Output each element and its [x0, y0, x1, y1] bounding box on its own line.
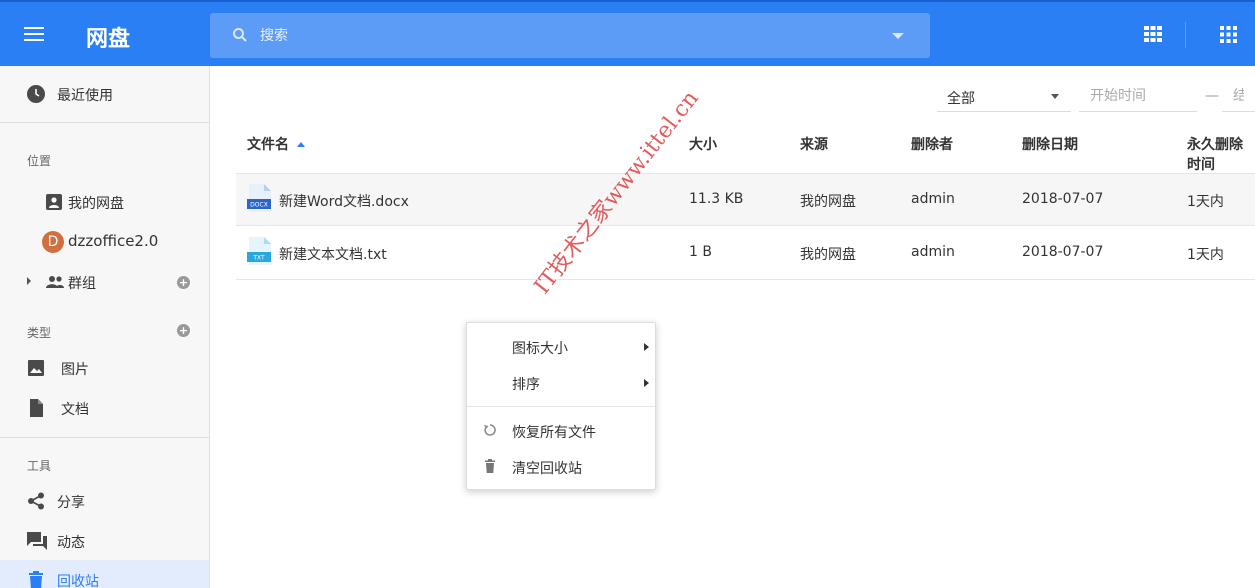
search-dropdown-icon[interactable]: [892, 33, 904, 39]
search-box[interactable]: [210, 13, 930, 58]
menu-item-restore-all[interactable]: 恢复所有文件: [467, 413, 655, 449]
column-header-source[interactable]: 来源: [800, 134, 828, 154]
list-view-icon[interactable]: [1144, 26, 1162, 42]
sidebar-item-groups[interactable]: 群组 +: [0, 262, 209, 302]
expand-arrow-icon[interactable]: [27, 277, 31, 285]
trash-icon: [29, 571, 43, 588]
file-size: 1 B: [689, 244, 712, 260]
submenu-arrow-icon: [644, 343, 649, 351]
context-menu: 图标大小 排序 恢复所有文件 清空回收站: [466, 322, 656, 490]
column-header-name[interactable]: 文件名: [247, 134, 305, 154]
sidebar-section-tools: 工具: [27, 459, 52, 473]
sidebar-item-share[interactable]: 分享: [0, 481, 209, 521]
date-range-dash: —: [1205, 88, 1219, 104]
menu-item-label: 恢复所有文件: [512, 425, 596, 441]
file-name[interactable]: 新建文本文档.txt: [279, 244, 387, 264]
menu-item-label: 图标大小: [512, 341, 568, 357]
deleted-by: admin: [911, 191, 955, 207]
sidebar-divider: [0, 437, 209, 438]
sidebar-item-images[interactable]: 图片: [0, 348, 209, 388]
start-date-input[interactable]: [1079, 80, 1197, 112]
column-header-size[interactable]: 大小: [689, 134, 717, 154]
menu-item-label: 排序: [512, 377, 540, 393]
sidebar-item-my-drive[interactable]: 我的网盘: [0, 182, 209, 222]
submenu-arrow-icon: [644, 379, 649, 387]
file-icon-label: DOCX: [250, 202, 268, 209]
document-icon: [30, 399, 43, 417]
column-header-expiry[interactable]: 永久删除时间: [1187, 134, 1255, 174]
sidebar-item-label: dzzoffice2.0: [68, 232, 159, 250]
type-filter-value: 全部: [947, 91, 975, 107]
add-group-icon[interactable]: +: [177, 276, 190, 289]
share-icon: [28, 492, 44, 510]
end-date-input[interactable]: [1222, 80, 1255, 112]
apps-grid-icon[interactable]: [1220, 26, 1237, 43]
docx-file-icon: DOCX: [247, 184, 271, 212]
menu-item-label: 清空回收站: [512, 461, 582, 477]
sidebar-item-recent[interactable]: 最近使用: [0, 74, 209, 114]
trash-icon: [485, 459, 495, 473]
hamburger-menu-icon[interactable]: [24, 24, 48, 44]
sort-ascending-icon: [297, 142, 305, 147]
expiry-time: 1天内: [1187, 194, 1224, 210]
sidebar-item-docs[interactable]: 文档: [0, 388, 209, 428]
expiry-time: 1天内: [1187, 247, 1224, 263]
app-title: 网盘: [86, 27, 131, 52]
menu-item-icon-size[interactable]: 图标大小: [467, 329, 655, 365]
sidebar-item-label: 群组: [68, 276, 96, 292]
deleted-date: 2018-07-07: [1022, 191, 1104, 207]
search-icon: [233, 28, 247, 42]
txt-file-icon: TXT: [247, 237, 271, 265]
file-source: 我的网盘: [800, 194, 856, 210]
sidebar-section-location: 位置: [27, 154, 52, 168]
sidebar: 最近使用 位置 我的网盘 D dzzoffice2.0 群组 + 类型 + 图片…: [0, 66, 210, 588]
sidebar-item-activity[interactable]: 动态: [0, 521, 209, 561]
sidebar-item-label: 分享: [57, 495, 85, 511]
menu-divider: [467, 406, 655, 407]
sidebar-divider: [0, 122, 209, 123]
sidebar-item-org[interactable]: D dzzoffice2.0: [0, 222, 209, 262]
column-header-deleted-date[interactable]: 删除日期: [1022, 134, 1078, 154]
org-avatar: D: [42, 231, 64, 253]
file-source: 我的网盘: [800, 247, 856, 263]
sidebar-item-label: 最近使用: [57, 88, 113, 104]
sidebar-item-label: 回收站: [57, 574, 99, 588]
file-size: 11.3 KB: [689, 191, 744, 207]
add-type-icon[interactable]: +: [177, 324, 190, 337]
sidebar-section-type: 类型: [27, 326, 52, 340]
sidebar-item-label: 动态: [57, 535, 85, 551]
restore-icon: [484, 424, 496, 436]
file-icon-label: TXT: [252, 255, 265, 262]
account-box-icon: [46, 194, 62, 210]
column-header-label: 文件名: [247, 137, 289, 153]
menu-item-sort[interactable]: 排序: [467, 365, 655, 401]
file-name[interactable]: 新建Word文档.docx: [279, 191, 409, 211]
sidebar-item-label: 图片: [61, 362, 89, 378]
search-input[interactable]: [260, 13, 860, 58]
image-icon: [28, 360, 44, 376]
deleted-by: admin: [911, 244, 955, 260]
column-header-deleted-by[interactable]: 删除者: [911, 134, 953, 154]
clock-icon: [27, 85, 45, 103]
sidebar-item-recycle[interactable]: 回收站: [0, 560, 209, 588]
top-bar: 网盘: [0, 0, 1255, 66]
group-icon: [46, 276, 64, 288]
table-row[interactable]: DOCX 新建Word文档.docx 11.3 KB 我的网盘 admin 20…: [236, 173, 1255, 226]
type-filter-select[interactable]: 全部: [937, 80, 1071, 112]
table-row[interactable]: TXT 新建文本文档.txt 1 B 我的网盘 admin 2018-07-07…: [236, 227, 1255, 280]
sidebar-item-label: 我的网盘: [68, 196, 124, 212]
forum-icon: [27, 532, 47, 550]
sidebar-item-label: 文档: [61, 402, 89, 418]
app-window: 网盘 最近使用 位置 我的网盘 D d: [0, 0, 1255, 588]
toolbar-divider: [1185, 22, 1186, 48]
chevron-down-icon: [1051, 94, 1059, 99]
menu-item-empty-recycle[interactable]: 清空回收站: [467, 449, 655, 485]
deleted-date: 2018-07-07: [1022, 244, 1104, 260]
